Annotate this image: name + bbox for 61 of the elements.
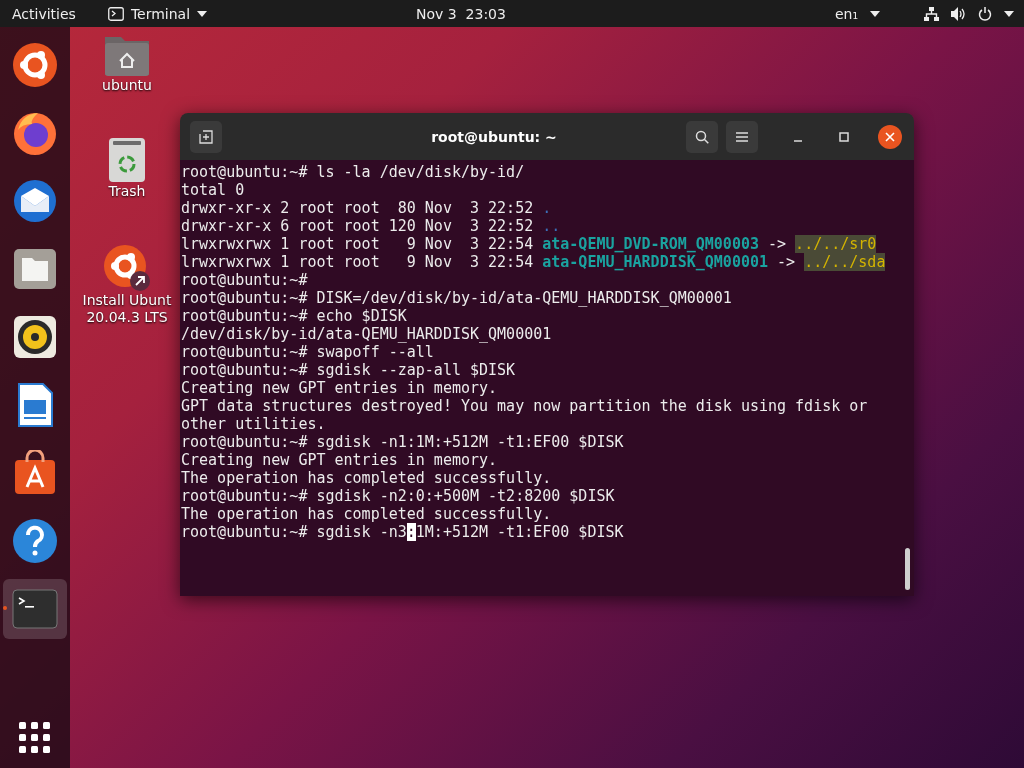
installer-icon [103, 244, 151, 292]
terminal-line: root@ubuntu:~# sgdisk -n3:1M:+512M -t1:EF00 $DISK [181, 523, 624, 541]
caret-icon [197, 10, 208, 17]
network-icon[interactable] [924, 6, 939, 21]
menu-button[interactable] [726, 120, 758, 153]
search-button[interactable] [686, 120, 718, 153]
terminal-line: GPT data structures destroyed! You may now partition the disk using fdisk or [181, 397, 868, 415]
terminal-line: root@ubuntu:~# sgdisk -n1:1M:+512M -t1:EF00 $DISK [181, 433, 624, 451]
menu-icon [736, 131, 748, 142]
terminal-line: drwxr-xr-x 2 root root 80 Nov 3 22:52 . [181, 199, 552, 217]
terminal-line: Creating new GPT entries in memory. [181, 379, 498, 397]
window-title: root@ubuntu: ~ [430, 128, 558, 145]
terminal-line: drwxr-xr-x 6 root root 120 Nov 3 22:52 .. [181, 217, 561, 235]
close-button[interactable] [878, 124, 902, 149]
terminal-line: /dev/disk/by-id/ata-QEMU_HARDDISK_QM00001 [181, 325, 552, 343]
maximize-icon [839, 131, 849, 142]
ubuntu-logo-icon [12, 42, 58, 88]
icon-label[interactable]: Install Ubunt [82, 292, 172, 309]
terminal-icon [107, 6, 124, 21]
terminal-line: lrwxrwxrwx 1 root root 9 Nov 3 22:54 ata-QEMU_DVD-ROM_QM00003 -> ../../sr0 [181, 235, 877, 253]
terminal-line: total 0 [181, 181, 245, 199]
activities-button[interactable]: Activities [12, 5, 76, 22]
search-icon [695, 129, 709, 144]
minimize-icon [794, 139, 802, 142]
volume-icon[interactable] [951, 6, 966, 21]
fox-globe-icon [12, 110, 58, 156]
terminal-line: lrwxrwxrwx 1 root root 9 Nov 3 22:54 ata-QEMU_HARDDISK_QM00001 -> ../../sda [181, 253, 886, 271]
caret-icon [1004, 10, 1014, 17]
terminal-line: root@ubuntu:~# echo $DISK [181, 307, 407, 325]
terminal-line: Creating new GPT entries in memory. [181, 451, 498, 469]
caret-icon [870, 10, 880, 17]
terminal-line: The operation has completed successfully. [181, 469, 552, 487]
keyboard-layout[interactable]: en₁ [834, 5, 858, 22]
app-grid-icon[interactable] [19, 722, 51, 754]
terminal-line: root@ubuntu:~# sgdisk --zap-all $DISK [181, 361, 516, 379]
terminal-line: root@ubuntu:~# DISK=/dev/disk/by-id/ata-QEMU_HARDDISK_QM00001 [181, 289, 732, 307]
icon-label[interactable]: Trash [108, 183, 146, 200]
icon-label[interactable]: 20.04.3 LTS [86, 309, 168, 326]
app-menu[interactable]: Terminal [107, 5, 208, 22]
home-folder-icon [103, 35, 151, 77]
power-icon[interactable] [978, 6, 992, 21]
envelope-bird-icon [12, 178, 58, 224]
folder-icon [12, 246, 58, 292]
terminal-line: root@ubuntu:~# sgdisk -n2:0:+500M -t2:8200 $DISK [181, 487, 615, 505]
terminal-line: root@ubuntu:~# ls -la /dev/disk/by-id/ [181, 163, 525, 181]
help-icon [12, 518, 58, 564]
shopping-bag-icon [12, 450, 58, 496]
terminal-icon [12, 589, 58, 629]
clock[interactable]: Nov 3 23:03 [207, 5, 715, 22]
terminal-line: root@ubuntu:~# [181, 271, 308, 289]
terminal-line: other utilities. [181, 415, 326, 433]
scrollbar[interactable] [905, 548, 910, 590]
new-tab-button[interactable] [190, 120, 222, 153]
terminal-line: root@ubuntu:~# swapoff --all [181, 343, 434, 361]
new-tab-icon [199, 129, 213, 144]
running-indicator [3, 606, 7, 610]
icon-label[interactable]: ubuntu [102, 77, 152, 94]
close-icon [885, 131, 895, 142]
trash-icon [108, 137, 146, 183]
terminal-line: The operation has completed successfully. [181, 505, 552, 523]
speaker-icon [12, 314, 58, 360]
